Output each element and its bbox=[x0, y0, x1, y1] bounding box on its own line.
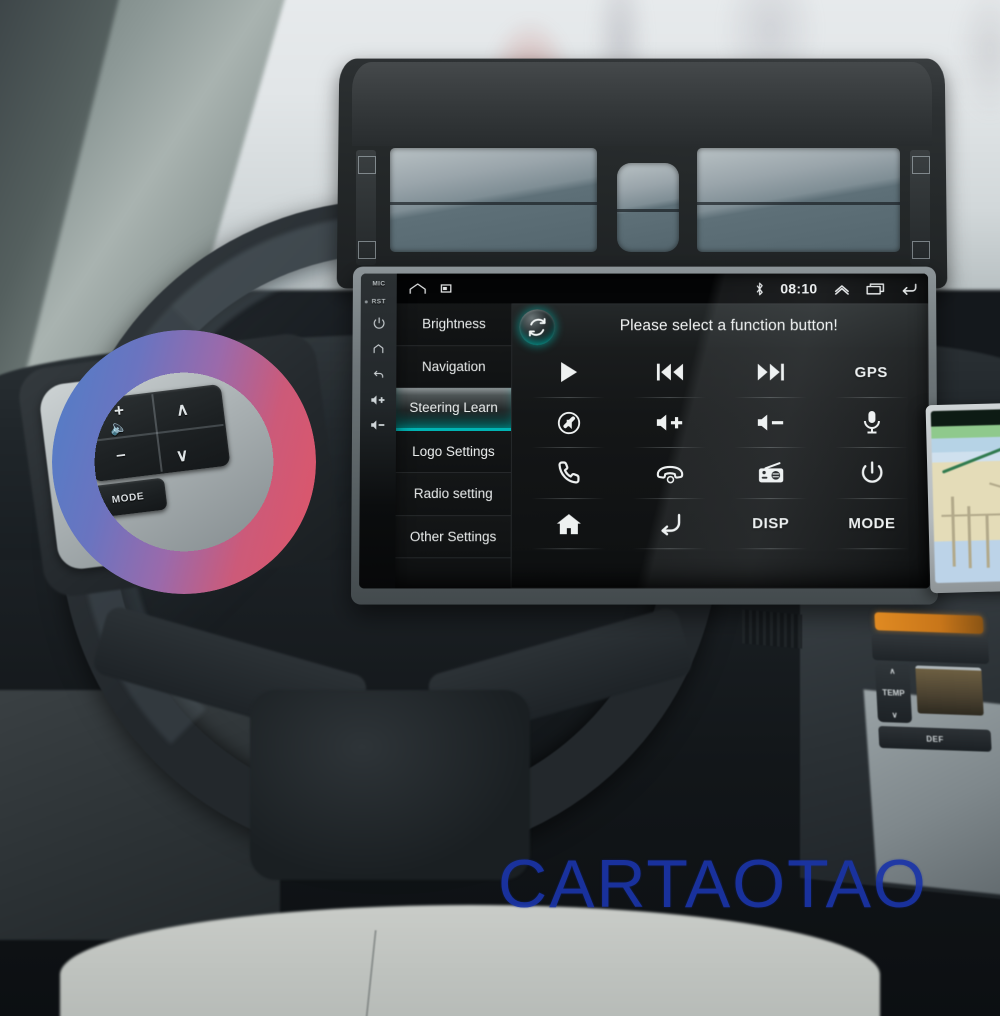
steering-learn-panel: Please select a function button! GPS DIS… bbox=[511, 303, 930, 589]
hw-volume-up-icon[interactable] bbox=[370, 394, 386, 408]
function-button-mute[interactable] bbox=[518, 398, 619, 448]
annotation-highlight-circle bbox=[52, 330, 316, 594]
recents-icon[interactable] bbox=[866, 282, 884, 295]
radio-icon bbox=[757, 461, 785, 485]
gps-navigation-display bbox=[925, 402, 1000, 594]
function-button-next-track[interactable] bbox=[720, 347, 821, 397]
settings-sidebar: Brightness Navigation Steering Learn Log… bbox=[395, 303, 513, 589]
temp-label: TEMP bbox=[882, 688, 905, 698]
android-head-unit: MIC RST 08:10 Brightness Navigation Stee… bbox=[350, 266, 939, 605]
function-button-voice-mic[interactable] bbox=[821, 398, 922, 448]
climate-defrost-button[interactable]: DEF bbox=[878, 725, 992, 752]
gps-road-4 bbox=[941, 513, 1000, 517]
hw-volume-down-icon[interactable] bbox=[370, 419, 386, 433]
sidebar-item-other-settings[interactable]: Other Settings bbox=[395, 515, 511, 559]
hw-reset-label[interactable]: RST bbox=[372, 298, 386, 305]
back-arrow-icon[interactable] bbox=[900, 282, 918, 296]
mute-icon bbox=[555, 410, 581, 436]
function-button-answer-call[interactable] bbox=[518, 448, 619, 499]
home-icon bbox=[555, 512, 581, 536]
sidebar-item-steering-learn[interactable]: Steering Learn bbox=[396, 388, 512, 431]
function-button-play[interactable] bbox=[518, 347, 619, 397]
function-button-radio[interactable] bbox=[720, 448, 821, 499]
phone-icon bbox=[556, 460, 580, 486]
status-bar: 08:10 bbox=[396, 273, 929, 304]
function-button-grid: GPS DISP MODE bbox=[512, 347, 929, 587]
settings-app-body: Brightness Navigation Steering Learn Log… bbox=[395, 303, 930, 589]
climate-temp-button[interactable]: ∧ TEMP ∨ bbox=[874, 664, 913, 724]
status-bar-left bbox=[409, 282, 452, 296]
disp-label: DISP bbox=[752, 515, 790, 533]
status-bar-clock: 08:10 bbox=[780, 280, 818, 297]
home-outline-icon[interactable] bbox=[409, 282, 427, 296]
volume-down-icon bbox=[755, 412, 785, 434]
function-button-volume-up[interactable] bbox=[619, 398, 720, 448]
refresh-reset-icon[interactable] bbox=[519, 309, 556, 346]
defrost-label: DEF bbox=[925, 734, 944, 744]
next-track-icon bbox=[756, 361, 784, 383]
function-button-disp[interactable]: DISP bbox=[720, 499, 821, 550]
screenshot-icon[interactable] bbox=[441, 284, 452, 294]
volume-up-icon bbox=[654, 412, 684, 434]
climate-display bbox=[915, 665, 984, 716]
bluetooth-icon bbox=[754, 281, 764, 296]
panel-instruction-text: Please select a function button! bbox=[619, 316, 838, 334]
sidebar-item-navigation[interactable]: Navigation bbox=[396, 345, 512, 389]
function-button-volume-down[interactable] bbox=[720, 398, 821, 448]
climate-control-panel: ∧ TEMP ∨ DEF bbox=[868, 610, 998, 754]
fascia-side-tab-right bbox=[910, 150, 930, 265]
chevron-up-icon[interactable] bbox=[833, 282, 850, 295]
gps-road-3 bbox=[985, 513, 990, 568]
head-unit-inner: MIC RST 08:10 Brightness Navigation Stee… bbox=[359, 273, 930, 589]
hw-power-icon[interactable] bbox=[372, 316, 385, 331]
status-bar-right: 08:10 bbox=[754, 280, 918, 297]
fascia-opening-right bbox=[697, 148, 900, 252]
climate-amber-strip bbox=[874, 612, 984, 634]
hw-mic-label: MIC bbox=[372, 280, 386, 288]
sidebar-item-brightness[interactable]: Brightness bbox=[396, 303, 512, 346]
sidebar-item-logo-settings[interactable]: Logo Settings bbox=[395, 430, 512, 474]
gps-map bbox=[930, 408, 1000, 584]
dash-fascia-top-lip bbox=[352, 62, 932, 146]
gps-label: GPS bbox=[854, 363, 888, 381]
hw-back-icon[interactable] bbox=[371, 368, 385, 383]
function-button-back[interactable] bbox=[619, 499, 720, 550]
fascia-opening-left bbox=[390, 148, 597, 252]
panel-header: Please select a function button! bbox=[512, 304, 928, 348]
temp-up-icon[interactable]: ∧ bbox=[889, 667, 895, 676]
car-interior-scene: + 🔈 – ∧ ∨ MODE MIC RST bbox=[0, 0, 1000, 1016]
function-button-power[interactable] bbox=[821, 448, 922, 499]
microphone-icon bbox=[861, 409, 881, 437]
function-button-previous-track[interactable] bbox=[619, 347, 720, 397]
hw-home-icon[interactable] bbox=[371, 342, 385, 357]
temp-down-icon[interactable]: ∨ bbox=[891, 710, 897, 719]
sidebar-item-radio-setting[interactable]: Radio setting bbox=[395, 473, 511, 516]
fascia-opening-center bbox=[617, 163, 679, 252]
climate-top-row bbox=[871, 633, 990, 665]
play-icon bbox=[558, 360, 580, 384]
gps-route-line bbox=[941, 445, 1000, 474]
power-icon bbox=[860, 460, 884, 486]
function-button-mode[interactable]: MODE bbox=[821, 499, 922, 550]
mode-label: MODE bbox=[848, 515, 896, 533]
function-button-home[interactable] bbox=[518, 499, 619, 550]
hang-up-icon bbox=[655, 461, 685, 485]
previous-track-icon bbox=[655, 361, 683, 383]
back-icon bbox=[657, 512, 683, 536]
gps-road-5 bbox=[989, 482, 1000, 495]
function-button-hang-up[interactable] bbox=[619, 448, 720, 499]
speaker-grille bbox=[742, 609, 802, 649]
android-screen: 08:10 Brightness Navigation Steering Lea… bbox=[395, 273, 930, 589]
function-button-gps[interactable]: GPS bbox=[821, 347, 922, 397]
steering-wheel-hub bbox=[250, 690, 530, 880]
brand-watermark: CARTAOTAO bbox=[498, 846, 928, 922]
gps-road-1 bbox=[950, 496, 956, 567]
hardware-key-strip: MIC RST bbox=[359, 273, 397, 589]
fascia-side-tab-left bbox=[356, 150, 376, 265]
